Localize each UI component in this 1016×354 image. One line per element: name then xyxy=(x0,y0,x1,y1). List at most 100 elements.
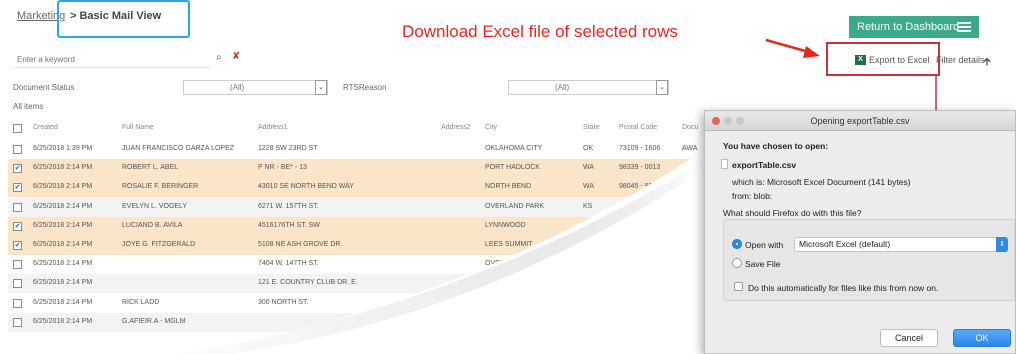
select-all-checkbox[interactable] xyxy=(13,124,22,133)
cancel-button[interactable]: Cancel xyxy=(880,329,938,347)
chevron-down-icon[interactable]: ⌄ xyxy=(656,80,668,95)
row-checkbox[interactable] xyxy=(13,260,22,270)
auto-action-checkbox[interactable] xyxy=(734,282,743,291)
return-to-dashboard-button[interactable]: Return to Dashboard xyxy=(849,16,979,38)
cell-state: KS xyxy=(583,202,593,210)
cell-address1: 6271 W. 157TH ST. xyxy=(258,202,319,210)
rts-reason-value: (All) xyxy=(555,83,570,92)
rts-reason-select[interactable]: (All) ⌄ xyxy=(508,80,669,95)
search-input[interactable] xyxy=(13,52,210,68)
cell-name: JOYE G. FITZGERALD xyxy=(122,241,196,248)
callout-highlight-box xyxy=(57,0,190,38)
cell-doc: Awai xyxy=(682,183,700,191)
cell-address1: 300 NORTH ST. xyxy=(258,298,309,306)
open-with-app-select[interactable]: Microsoft Excel (default) ⇕ xyxy=(794,237,1008,252)
cell-name: ROSALIE F. BERINGER xyxy=(122,183,199,191)
file-icon xyxy=(721,159,728,169)
cell-name: ROBERT L. ABEL xyxy=(122,164,179,172)
row-checkbox[interactable]: ✔ xyxy=(13,221,22,231)
document-status-value: (All) xyxy=(230,83,245,92)
open-with-label: Open with xyxy=(745,240,784,250)
excel-icon: X xyxy=(855,55,866,65)
cell-name: G.AFIEIR.A - MGLM xyxy=(122,317,186,325)
arrow-up-icon[interactable]: 🡱 xyxy=(983,53,991,72)
dialog-intro-text: You have chosen to open: xyxy=(723,141,829,151)
cell-created: 6/25/2018 2:14 PM xyxy=(33,279,93,287)
row-checkbox[interactable] xyxy=(13,317,22,327)
cell-state: WA xyxy=(583,183,595,191)
cell-city: PORT HADLOCK xyxy=(485,164,540,172)
column-header-address1[interactable]: Address1 xyxy=(258,124,288,131)
column-header-full-name[interactable]: Full Name xyxy=(122,124,154,131)
open-with-radio[interactable] xyxy=(732,239,742,249)
column-header-created[interactable]: Created xyxy=(33,124,58,131)
row-checkbox[interactable] xyxy=(13,298,22,308)
chevron-down-icon[interactable]: ⌄ xyxy=(315,80,327,95)
dialog-question: What should Firefox do with this file? xyxy=(723,208,862,218)
dialog-filename: exportTable.csv xyxy=(732,160,797,170)
cell-city: OVERLAND PARK xyxy=(485,202,544,210)
cell-created: 6/25/2018 2:14 PM xyxy=(33,241,93,248)
cell-postal: 98045 - 9501 xyxy=(619,183,661,191)
row-checkbox[interactable]: ✔ xyxy=(13,164,22,174)
cell-created: 6/25/2018 2:14 PM xyxy=(33,221,93,229)
cell-created: 6/25/2018 2:14 PM xyxy=(33,317,93,325)
dashboard-icon xyxy=(957,22,971,32)
row-checkbox[interactable] xyxy=(13,145,22,154)
save-file-label: Save File xyxy=(745,259,781,269)
document-status-label: Document Status xyxy=(13,83,75,92)
cell-name: EVELYN L. VOGELY xyxy=(122,202,188,210)
annotation-text: Download Excel file of selected rows xyxy=(402,22,678,41)
cell-created: 6/25/2018 2:14 PM xyxy=(33,298,93,306)
row-checkbox[interactable]: ✔ xyxy=(13,241,22,250)
cell-city: OVERLAN xyxy=(485,260,519,268)
cell-city: OKLAHOMA CITY xyxy=(485,145,543,152)
column-header-city[interactable]: City xyxy=(485,124,497,131)
save-file-radio[interactable] xyxy=(732,258,742,268)
cell-city: LEES SUMMIT xyxy=(485,241,533,248)
cell-address1: 1228 SW 23RD ST xyxy=(258,145,318,152)
column-header-postal-code[interactable]: Postal Code xyxy=(619,124,657,131)
row-checkbox[interactable] xyxy=(13,279,22,289)
cell-created: 6/25/2018 2:14 PM xyxy=(33,260,93,268)
cell-name: RICK LADD xyxy=(122,298,160,306)
open-file-dialog: Opening exportTable.csv You have chosen … xyxy=(704,110,1016,354)
cell-doc: Awai xyxy=(682,164,700,172)
cell-doc: Awa xyxy=(682,145,698,152)
column-header-address2[interactable]: Address2 xyxy=(441,124,471,131)
export-to-excel-link[interactable]: X Export to Excel xyxy=(855,55,930,65)
cell-city: NORTH BEND xyxy=(485,183,532,191)
dialog-title: Opening exportTable.csv xyxy=(810,116,910,126)
cell-created: 6/25/2018 2:14 PM xyxy=(33,164,93,172)
row-checkbox[interactable]: ✔ xyxy=(13,183,22,193)
cell-state: WA xyxy=(583,164,595,172)
cell-state: WA xyxy=(583,221,595,229)
return-to-dashboard-label: Return to Dashboard xyxy=(857,21,960,33)
cell-name: LUCIANO B. AVILA xyxy=(122,221,183,229)
cell-address1: 7404 W. 147TH ST. xyxy=(258,260,319,268)
stepper-icon[interactable]: ⇕ xyxy=(996,237,1008,252)
cell-postal: 98339 - 0013 xyxy=(619,164,661,172)
dialog-file-type: which is: Microsoft Excel Document (141 … xyxy=(732,177,911,187)
column-header-document[interactable]: Docu xyxy=(682,124,698,131)
cell-address1: 121 E. COUNTRY CLUB DR. E. xyxy=(258,279,358,287)
cell-name: JUAN FRANCISCO GARZA LOPEZ xyxy=(122,145,235,152)
open-with-app-value: Microsoft Excel (default) xyxy=(799,239,891,249)
cell-city: LYNNWOOD xyxy=(485,221,526,229)
document-status-select[interactable]: (All) ⌄ xyxy=(183,80,328,95)
search-icon[interactable]: ⌕ xyxy=(216,52,222,63)
all-items-heading: All items xyxy=(13,102,44,111)
filter-details-link[interactable]: Filter details xyxy=(936,55,985,65)
column-header-state[interactable]: State xyxy=(583,124,599,131)
cell-address1: 43010 SE NORTH BEND WAY xyxy=(258,183,354,191)
export-to-excel-label: Export to Excel xyxy=(869,55,930,65)
cell-created: 6/25/2018 2:14 PM xyxy=(33,183,93,191)
cell-created: 6/25/2018 2:14 PM xyxy=(33,202,93,210)
row-checkbox[interactable] xyxy=(13,202,22,212)
cell-state: OK xyxy=(583,145,594,152)
ok-button[interactable]: OK xyxy=(953,329,1011,347)
clear-filter-icon[interactable]: ✘ xyxy=(232,51,240,62)
rts-reason-label: RTSReason xyxy=(343,83,387,92)
dialog-file-source: from: blob: xyxy=(732,191,773,201)
cell-postal: 73109 - 1606 xyxy=(619,145,661,152)
